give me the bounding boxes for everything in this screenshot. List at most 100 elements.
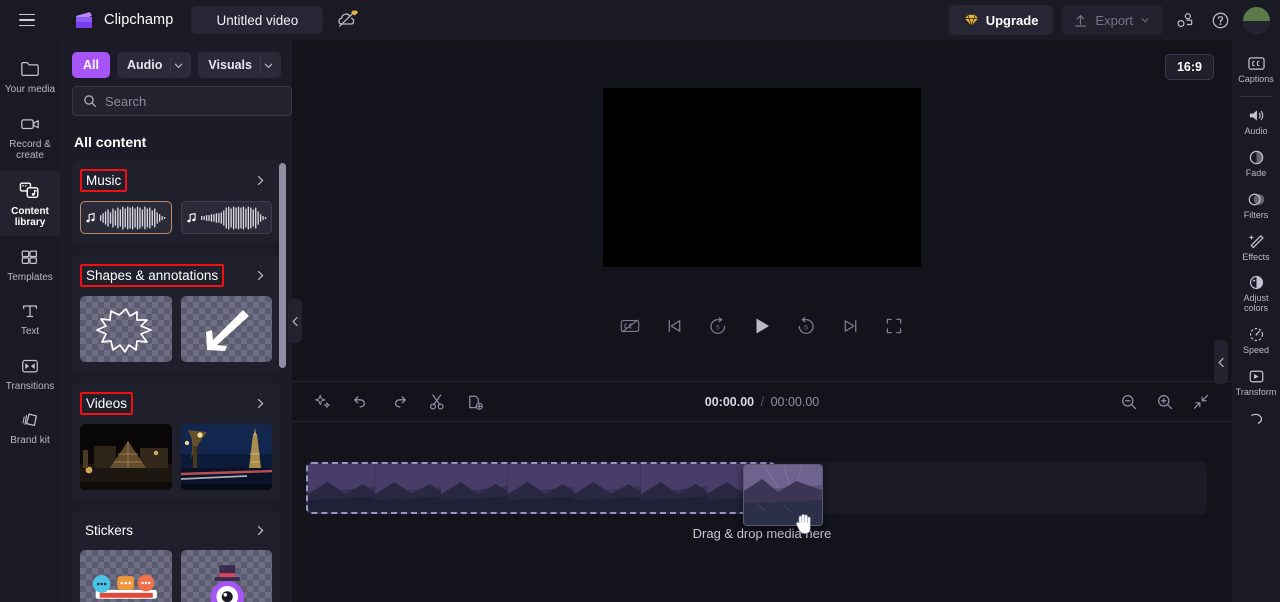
properties-item-fade[interactable]: Fade bbox=[1232, 142, 1280, 184]
library-scrollbar[interactable] bbox=[279, 118, 289, 602]
chevron-right-icon[interactable] bbox=[255, 524, 270, 537]
play-button[interactable] bbox=[750, 314, 774, 338]
category-videos-header[interactable]: Videos bbox=[80, 390, 272, 417]
properties-item-more[interactable] bbox=[1232, 403, 1280, 435]
upload-arrow-icon bbox=[1075, 14, 1087, 27]
properties-item-adjust-colors[interactable]: Adjust colors bbox=[1232, 267, 1280, 319]
sidebar-item-brand-kit[interactable]: Brand kit bbox=[0, 401, 60, 454]
filter-chip-audio[interactable]: Audio bbox=[116, 52, 192, 78]
upgrade-button[interactable]: Upgrade bbox=[948, 5, 1054, 35]
properties-item-captions[interactable]: Captions bbox=[1232, 48, 1280, 90]
sidebar-item-record-create[interactable]: Record & create bbox=[0, 105, 60, 169]
split-button[interactable] bbox=[426, 391, 448, 413]
cloud-off-premium-icon[interactable] bbox=[335, 7, 361, 33]
speech-bubbles-sticker-thumb[interactable] bbox=[80, 550, 172, 602]
music-waveform-thumb-1[interactable] bbox=[80, 201, 172, 234]
brand-name: Clipchamp bbox=[104, 12, 174, 28]
skip-to-start-button[interactable] bbox=[662, 314, 686, 338]
music-waveform-thumb-2[interactable] bbox=[180, 201, 272, 234]
properties-item-speed[interactable]: Speed bbox=[1232, 319, 1280, 361]
category-music-title: Music bbox=[80, 169, 128, 192]
collapse-properties-panel-button[interactable] bbox=[1214, 340, 1228, 384]
starburst-shape-thumb[interactable] bbox=[80, 296, 172, 362]
duplicate-plus-icon bbox=[469, 395, 483, 410]
timeline-canvas[interactable]: Drag & drop media here bbox=[292, 422, 1232, 602]
properties-item-effects[interactable]: Effects bbox=[1232, 226, 1280, 268]
category-music-header[interactable]: Music bbox=[80, 167, 272, 194]
category-shapes-header[interactable]: Shapes & annotations bbox=[80, 262, 272, 289]
timeline-tools bbox=[312, 391, 486, 413]
fit-arrows-icon bbox=[1193, 394, 1209, 409]
forward-5s-button[interactable]: 5 bbox=[794, 314, 818, 338]
library-scrollbar-thumb[interactable] bbox=[279, 163, 286, 368]
zoom-out-button[interactable] bbox=[1118, 391, 1140, 413]
zoom-in-button[interactable] bbox=[1154, 391, 1176, 413]
search-box[interactable] bbox=[72, 86, 292, 116]
fullscreen-button[interactable] bbox=[882, 314, 906, 338]
sidebar-item-transitions[interactable]: Transitions bbox=[0, 347, 60, 400]
video-canvas[interactable] bbox=[603, 88, 921, 267]
aspect-ratio-button[interactable]: 16:9 bbox=[1164, 54, 1214, 80]
project-title-input[interactable]: Untitled video bbox=[191, 6, 324, 34]
avatar[interactable] bbox=[1243, 6, 1270, 34]
waveform bbox=[100, 206, 166, 229]
properties-item-transform[interactable]: Transform bbox=[1232, 361, 1280, 403]
left-rail: Your media Record & create Content libra… bbox=[0, 40, 60, 602]
properties-item-filters[interactable]: Filters bbox=[1232, 184, 1280, 226]
fullscreen-icon bbox=[886, 318, 902, 334]
timeline-toolbar: 00:00.00 / 00:00.00 bbox=[292, 382, 1232, 422]
properties-item-audio[interactable]: Audio bbox=[1232, 100, 1280, 142]
library-scroll-area[interactable]: All content Music Shapes & annotations V… bbox=[60, 126, 292, 602]
skip-previous-icon bbox=[668, 320, 680, 332]
top-hat-eyeball-sticker-thumb[interactable] bbox=[180, 550, 272, 602]
fit-to-screen-button[interactable] bbox=[1190, 391, 1212, 413]
chevron-right-icon[interactable] bbox=[255, 174, 270, 187]
category-stickers-thumbs bbox=[80, 550, 272, 602]
timeline-zoom-tools bbox=[1118, 391, 1212, 413]
magnifier-plus-icon bbox=[1158, 394, 1173, 409]
chevron-right-icon[interactable] bbox=[255, 397, 270, 410]
chevron-left-icon bbox=[1217, 357, 1224, 367]
chevron-down-icon[interactable] bbox=[170, 57, 191, 73]
sidebar-item-label: Text bbox=[20, 326, 40, 337]
timeline-track[interactable] bbox=[306, 462, 1207, 534]
sidebar-item-content-library[interactable]: Content library bbox=[0, 170, 60, 236]
undo-button[interactable] bbox=[350, 391, 372, 413]
collapse-library-panel-button[interactable] bbox=[288, 299, 302, 343]
timeline: 00:00.00 / 00:00.00 Drag & drop media he… bbox=[292, 381, 1232, 602]
redo-button[interactable] bbox=[388, 391, 410, 413]
share-nodes-icon[interactable] bbox=[1169, 5, 1199, 35]
chevron-right-icon[interactable] bbox=[255, 269, 270, 282]
rewind-5s-button[interactable]: 5 bbox=[706, 314, 730, 338]
sidebar-item-text[interactable]: Text bbox=[0, 292, 60, 345]
hamburger-icon[interactable] bbox=[14, 7, 40, 33]
drop-target-zone[interactable] bbox=[306, 462, 776, 514]
filter-chip-visuals[interactable]: Visuals bbox=[198, 52, 281, 78]
editor-stage: 16:9 5 5 00:00.00 / 00:00.00 Drag & drop… bbox=[292, 40, 1232, 602]
sidebar-item-templates[interactable]: Templates bbox=[0, 238, 60, 291]
time-separator: / bbox=[760, 394, 765, 409]
filmstrip-frame bbox=[640, 464, 708, 512]
magic-suggestions-button[interactable] bbox=[312, 391, 334, 413]
magnifier-minus-icon bbox=[1122, 394, 1137, 409]
arrow-shape-thumb[interactable] bbox=[180, 296, 272, 362]
properties-item-label: Transform bbox=[1235, 388, 1277, 398]
eiffel-tower-video-thumb[interactable] bbox=[180, 424, 272, 490]
export-button[interactable]: Export bbox=[1062, 5, 1163, 35]
properties-item-label: Speed bbox=[1242, 346, 1270, 356]
search-input[interactable] bbox=[105, 93, 281, 109]
category-stickers-header[interactable]: Stickers bbox=[80, 518, 272, 543]
filter-chip-all[interactable]: All bbox=[72, 52, 110, 78]
sidebar-item-your-media[interactable]: Your media bbox=[0, 50, 60, 103]
question-circle-icon[interactable] bbox=[1205, 5, 1235, 35]
properties-item-label: Fade bbox=[1245, 168, 1267, 178]
louvre-pyramid-video-thumb[interactable] bbox=[80, 424, 172, 490]
category-stickers: Stickers bbox=[72, 511, 280, 602]
skip-to-end-button[interactable] bbox=[838, 314, 862, 338]
chevron-down-icon[interactable] bbox=[259, 57, 281, 73]
captions-off-button[interactable] bbox=[618, 314, 642, 338]
category-shapes-thumbs bbox=[80, 296, 272, 362]
captions-icon bbox=[1247, 57, 1265, 70]
filmstrip-frame bbox=[308, 464, 375, 512]
duplicate-button[interactable] bbox=[464, 391, 486, 413]
